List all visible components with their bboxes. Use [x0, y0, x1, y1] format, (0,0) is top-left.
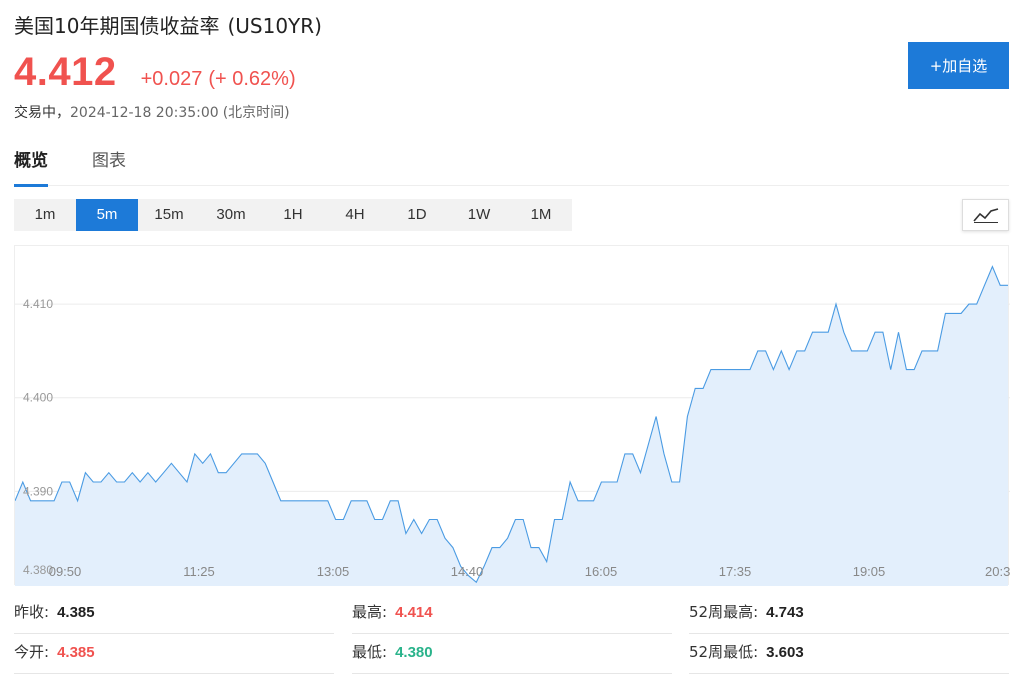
x-tick-label: 19:05 — [853, 564, 886, 579]
price-area — [15, 266, 1008, 586]
period-5m[interactable]: 5m — [76, 199, 138, 231]
instrument-title: 美国10年期国债收益率 (US10YR) — [14, 10, 322, 39]
stat-prev-close: 昨收: 4.385 — [14, 596, 334, 634]
period-1h[interactable]: 1H — [262, 199, 324, 231]
stat-52w-high: 52周最高: 4.743 — [689, 596, 1009, 634]
period-30m[interactable]: 30m — [200, 199, 262, 231]
last-price: 4.412 — [14, 50, 117, 94]
line-chart-icon — [972, 208, 998, 223]
timezone-label: (北京时间) — [222, 105, 290, 121]
period-selector: 1m 5m 15m 30m 1H 4H 1D 1W 1M — [14, 199, 572, 231]
x-tick-label: 11:25 — [183, 564, 215, 579]
stat-52w-low: 52周最低: 3.603 — [689, 636, 1009, 674]
period-1m[interactable]: 1m — [14, 199, 76, 231]
period-1d[interactable]: 1D — [386, 199, 448, 231]
x-tick-label: 17:35 — [719, 564, 752, 579]
tab-chart[interactable]: 图表 — [92, 146, 126, 186]
y-tick-label: 4.410 — [23, 297, 53, 311]
low-value: 4.380 — [395, 644, 433, 661]
prev-close-label: 昨收: — [14, 603, 50, 621]
price-chart[interactable]: 4.410 4.400 4.390 4.380 09:50 11:25 13:05 14:4… — [14, 245, 1010, 586]
change-percent: (+ 0.62%) — [208, 68, 296, 90]
period-1w[interactable]: 1W — [448, 199, 510, 231]
trading-status: 交易中，2024-12-18 20:35:00 (北京时间) — [14, 102, 290, 122]
add-watchlist-button[interactable]: +加自选 — [908, 42, 1009, 89]
period-4h[interactable]: 4H — [324, 199, 386, 231]
high-label: 最高: — [352, 603, 388, 621]
low-label: 最低: — [352, 643, 388, 661]
x-tick-label: 20:3 — [985, 564, 1010, 579]
period-1mo[interactable]: 1M — [510, 199, 572, 231]
stat-open: 今开: 4.385 — [14, 636, 334, 674]
quote-row: 4.412 +0.027 (+ 0.62%) — [14, 50, 296, 95]
instrument-name: 美国10年期国债收益率 — [14, 14, 220, 38]
52w-low-label: 52周最低: — [689, 643, 759, 661]
52w-high-label: 52周最高: — [689, 603, 759, 621]
chart-type-button[interactable] — [962, 199, 1009, 231]
y-tick-label: 4.390 — [23, 484, 53, 498]
x-tick-label: 13:05 — [317, 564, 350, 579]
tab-overview[interactable]: 概览 — [14, 146, 48, 187]
x-tick-label: 14:40 — [451, 564, 484, 579]
x-tick-label: 09:50 — [49, 564, 82, 579]
price-change: +0.027 (+ 0.62%) — [141, 68, 296, 91]
prev-close-value: 4.385 — [57, 604, 95, 621]
period-15m[interactable]: 15m — [138, 199, 200, 231]
quote-timestamp: 2024-12-18 20:35:00 — [70, 105, 219, 121]
stat-low: 最低: 4.380 — [352, 636, 672, 674]
change-value: +0.027 — [140, 68, 203, 90]
high-value: 4.414 — [395, 604, 433, 621]
52w-low-value: 3.603 — [766, 644, 804, 661]
stat-high: 最高: 4.414 — [352, 596, 672, 634]
chart-canvas: 4.4104.4004.3904.380 09:50 11:25 13:05 14:4… — [15, 265, 1010, 586]
y-tick-label: 4.400 — [23, 391, 53, 405]
x-tick-label: 16:05 — [585, 564, 618, 579]
instrument-code: (US10YR) — [227, 14, 322, 38]
52w-high-value: 4.743 — [766, 604, 804, 621]
open-value: 4.385 — [57, 644, 95, 661]
open-label: 今开: — [14, 643, 50, 661]
trading-state: 交易中， — [14, 105, 70, 121]
view-tabs: 概览 图表 — [14, 146, 1009, 187]
